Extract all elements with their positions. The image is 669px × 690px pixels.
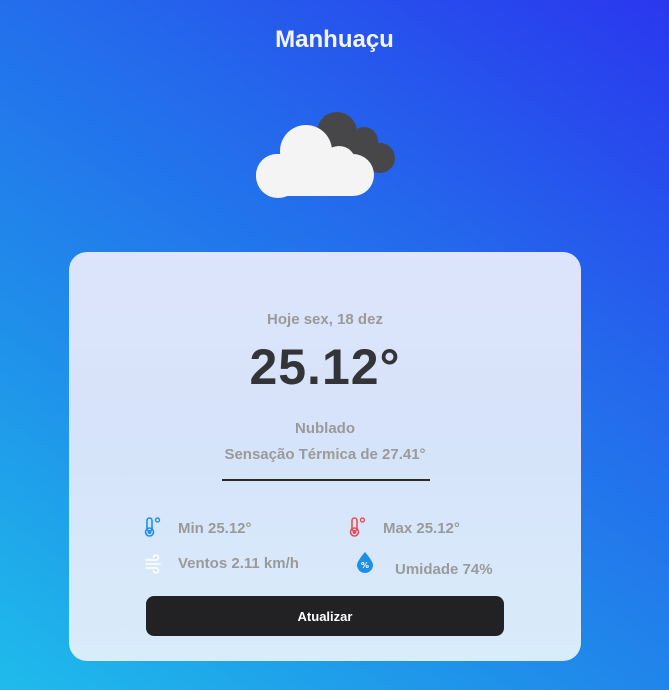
current-date: Hoje sex, 18 dez xyxy=(267,311,383,328)
wind-icon xyxy=(145,554,161,574)
cloudy-icon xyxy=(256,112,395,198)
humidity: Umidade 74% xyxy=(395,561,493,578)
wind-speed: Ventos 2.11 km/h xyxy=(178,555,299,572)
feels-like: Sensação Térmica de 27.41° xyxy=(224,446,426,463)
city-name: Manhuaçu xyxy=(275,26,394,53)
thermometer-cold-icon xyxy=(144,517,161,537)
min-temperature: Min 25.12° xyxy=(178,520,252,537)
refresh-button[interactable]: Atualizar xyxy=(146,596,504,636)
humidity-icon: % xyxy=(357,552,373,573)
weather-condition: Nublado xyxy=(295,420,355,437)
weather-card: Hoje sex, 18 dez 25.12° Nublado Sensação… xyxy=(69,252,581,661)
thermometer-hot-icon xyxy=(349,517,366,537)
svg-text:%: % xyxy=(361,561,369,570)
current-temperature: 25.12° xyxy=(249,339,401,395)
divider xyxy=(222,479,430,481)
max-temperature: Max 25.12° xyxy=(383,520,460,537)
